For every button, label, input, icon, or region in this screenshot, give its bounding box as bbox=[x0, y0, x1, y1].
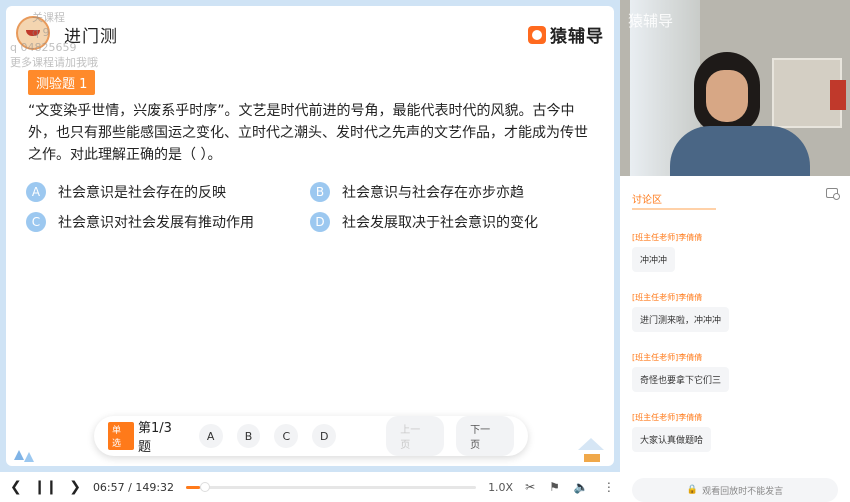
chat-message: [班主任老师]李倩倩 进门测来啦，冲冲冲 bbox=[632, 292, 838, 332]
message-bubble: 奇怪也要拿下它们三 bbox=[632, 367, 730, 392]
option-text: 社会意识对社会发展有推动作用 bbox=[58, 215, 254, 231]
chat-disabled-input: 🔒 观看回放时不能发言 bbox=[632, 478, 838, 502]
message-sender: [班主任老师]李倩倩 bbox=[632, 293, 703, 302]
option-text: 社会意识与社会存在亦步亦趋 bbox=[342, 185, 524, 201]
current-time: 06:57 bbox=[92, 480, 125, 494]
option-badge: A bbox=[26, 182, 46, 202]
tab-underline bbox=[632, 208, 716, 210]
brand-logo-icon bbox=[528, 25, 546, 44]
more-icon[interactable]: ⋮ bbox=[603, 480, 615, 494]
question-text: “文变染乎世情，兴废系乎时序”。文艺是时代前进的号角，最能代表时代的风貌。古今中… bbox=[28, 103, 588, 163]
option-badge: D bbox=[310, 212, 330, 232]
video-logo: 猿辅导 bbox=[628, 12, 674, 30]
progress-bar[interactable] bbox=[186, 481, 477, 492]
next-chevron-icon[interactable]: ❯ bbox=[69, 479, 81, 495]
lesson-title: 进门测 bbox=[64, 27, 118, 47]
total-time: 149:32 bbox=[135, 480, 175, 494]
quiz-number-tag: 测验题 1 bbox=[28, 70, 96, 95]
tree-decoration-icon bbox=[14, 450, 34, 462]
chat-message: [班主任老师]李倩倩 大家认真做题哈 bbox=[632, 412, 838, 452]
discussion-header: 讨论区 bbox=[632, 188, 840, 214]
mascot-icon bbox=[16, 16, 50, 50]
time-separator: / bbox=[128, 480, 132, 494]
message-sender: [班主任老师]李倩倩 bbox=[632, 413, 703, 422]
answer-choice-a[interactable]: A bbox=[198, 424, 223, 448]
video-background bbox=[830, 80, 846, 110]
teacher-body bbox=[670, 126, 810, 176]
option-text: 社会意识是社会存在的反映 bbox=[58, 185, 226, 201]
option-d[interactable]: D 社会发展取决于社会意识的变化 bbox=[310, 212, 538, 232]
teacher-face bbox=[706, 70, 748, 122]
player-controls: ❮ ❙❙ ❯ 06:57 / 149:32 1.0X ✂ ⚑ 🔈 ⋮ bbox=[10, 472, 630, 502]
option-c[interactable]: C 社会意识对社会发展有推动作用 bbox=[26, 212, 254, 232]
question-type-badge: 单选 bbox=[108, 422, 134, 450]
message-bubble: 冲冲冲 bbox=[632, 247, 676, 272]
question-counter: 第1/3题 bbox=[137, 421, 172, 455]
chat-message: [班主任老师]李倩倩 奇怪也要拿下它们三 bbox=[632, 352, 838, 392]
quiz-card: 进门测 猿辅导 关课程 q 9 q 04825659 更多课程请加我哦 测验题 … bbox=[6, 6, 614, 466]
option-badge: C bbox=[26, 212, 46, 232]
brand-name: 猿辅导 bbox=[550, 27, 604, 47]
chat-message: [班主任老师]李倩倩 冲冲冲 bbox=[632, 232, 838, 272]
pause-icon[interactable]: ❙❙ bbox=[34, 479, 57, 495]
progress-handle[interactable] bbox=[199, 481, 210, 492]
lock-icon: 🔒 bbox=[686, 485, 699, 495]
chat-settings-icon[interactable] bbox=[826, 188, 840, 200]
app-root: 进门测 猿辅导 关课程 q 9 q 04825659 更多课程请加我哦 测验题 … bbox=[0, 0, 850, 502]
prev-page-button[interactable]: 上一页 bbox=[386, 416, 445, 456]
discussion-panel: 讨论区 [班主任老师]李倩倩 冲冲冲 [班主任老师]李倩倩 进门测来啦，冲冲冲 … bbox=[620, 176, 850, 472]
message-bubble: 进门测来啦，冲冲冲 bbox=[632, 307, 730, 332]
option-badge: B bbox=[310, 182, 330, 202]
option-text: 社会发展取决于社会意识的变化 bbox=[342, 215, 538, 231]
progress-fill bbox=[186, 485, 200, 489]
brand: 猿辅导 bbox=[528, 22, 604, 47]
message-sender: [班主任老师]李倩倩 bbox=[632, 233, 703, 242]
answer-choice-d[interactable]: D bbox=[312, 424, 337, 448]
answer-choice-c[interactable]: C bbox=[274, 424, 299, 448]
option-b[interactable]: B 社会意识与社会存在亦步亦趋 bbox=[310, 182, 524, 202]
house-decoration-icon bbox=[578, 438, 604, 462]
teacher-video[interactable]: 猿辅导 bbox=[620, 0, 850, 176]
prev-chevron-icon[interactable]: ❮ bbox=[10, 479, 22, 495]
question-nav-bar: 单选 第1/3题 A B C D 上一页 下一页 bbox=[94, 416, 528, 456]
answer-choice-b[interactable]: B bbox=[236, 424, 261, 448]
lesson-header: 进门测 猿辅导 bbox=[6, 6, 614, 58]
flag-icon[interactable]: ⚑ bbox=[549, 480, 560, 494]
discussion-tab[interactable]: 讨论区 bbox=[632, 195, 662, 206]
scissors-icon[interactable]: ✂ bbox=[525, 480, 535, 494]
disabled-input-text: 观看回放时不能发言 bbox=[702, 486, 784, 497]
next-page-button[interactable]: 下一页 bbox=[456, 416, 514, 456]
message-bubble: 大家认真做题哈 bbox=[632, 427, 712, 452]
playback-speed[interactable]: 1.0X bbox=[488, 481, 513, 494]
message-sender: [班主任老师]李倩倩 bbox=[632, 353, 703, 362]
time-display: 06:57 / 149:32 bbox=[93, 481, 174, 494]
lesson-panel: 进门测 猿辅导 关课程 q 9 q 04825659 更多课程请加我哦 测验题 … bbox=[0, 0, 620, 472]
option-a[interactable]: A 社会意识是社会存在的反映 bbox=[26, 182, 226, 202]
volume-icon[interactable]: 🔈 bbox=[574, 480, 589, 494]
